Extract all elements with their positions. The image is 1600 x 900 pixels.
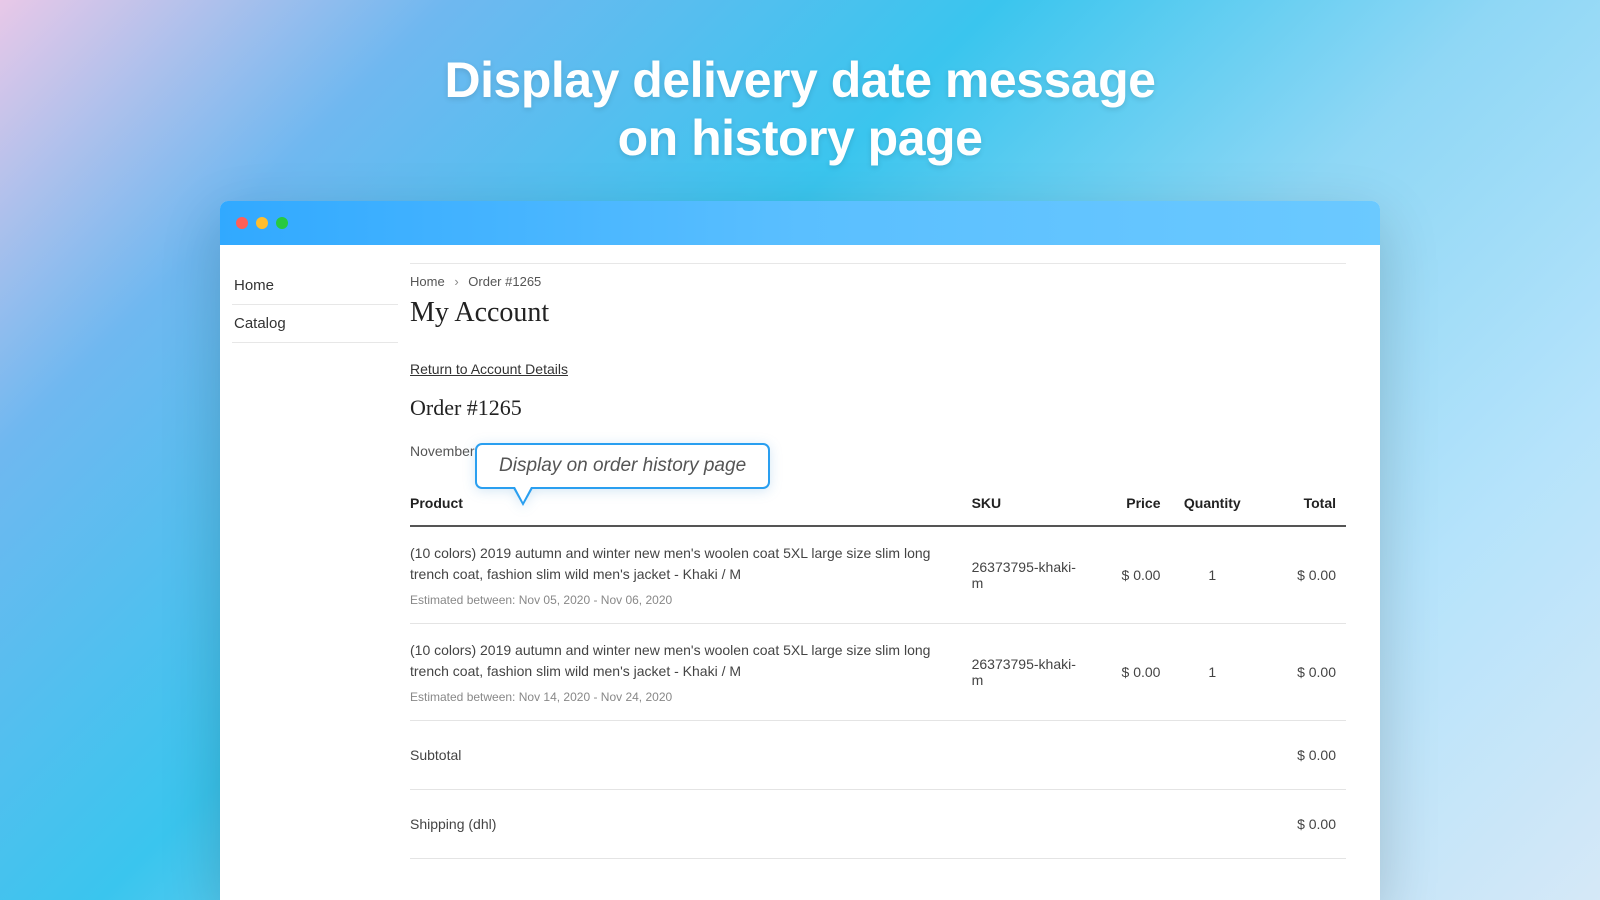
product-name[interactable]: (10 colors) 2019 autumn and winter new m… [410,543,962,585]
main-panel: Home › Order #1265 My Account Return to … [410,245,1380,900]
sku-value: 26373795-khaki-m [972,526,1089,624]
summary-row: Subtotal $ 0.00 [410,721,1346,790]
summary-label: Shipping (dhl) [410,790,1264,859]
sidebar-item-catalog[interactable]: Catalog [232,305,398,343]
delivery-estimate: Estimated between: Nov 05, 2020 - Nov 06… [410,593,962,607]
return-link[interactable]: Return to Account Details [410,361,568,377]
promo-line-2: on history page [618,110,983,166]
quantity-value: 1 [1170,624,1264,721]
col-price: Price [1089,481,1171,526]
order-title: Order #1265 [410,395,1346,421]
sidebar: Home Catalog [220,245,410,900]
order-table: Product SKU Price Quantity Total (10 col… [410,481,1346,859]
close-icon[interactable] [236,217,248,229]
callout-tail-icon [513,488,533,506]
promo-line-1: Display delivery date message [445,52,1156,108]
table-row: (10 colors) 2019 autumn and winter new m… [410,624,1346,721]
sku-value: 26373795-khaki-m [972,624,1089,721]
callout-annotation: Display on order history page [475,443,770,489]
delivery-estimate: Estimated between: Nov 14, 2020 - Nov 24… [410,690,962,704]
col-total: Total [1264,481,1346,526]
quantity-value: 1 [1170,526,1264,624]
maximize-icon[interactable] [276,217,288,229]
breadcrumb-current: Order #1265 [468,274,541,289]
col-quantity: Quantity [1170,481,1264,526]
table-row: (10 colors) 2019 autumn and winter new m… [410,526,1346,624]
callout-text: Display on order history page [475,443,770,489]
browser-window: Home Catalog Home › Order #1265 My Accou… [220,201,1380,900]
summary-label: Subtotal [410,721,1264,790]
breadcrumb: Home › Order #1265 [410,274,1346,289]
promo-title: Display delivery date message on history… [445,52,1156,167]
summary-value: $ 0.00 [1264,790,1346,859]
page-content: Home Catalog Home › Order #1265 My Accou… [220,245,1380,900]
summary-row: Shipping (dhl) $ 0.00 [410,790,1346,859]
summary-value: $ 0.00 [1264,721,1346,790]
window-titlebar [220,201,1380,245]
price-value: $ 0.00 [1089,624,1171,721]
breadcrumb-home[interactable]: Home [410,274,445,289]
page-title: My Account [410,297,1346,329]
col-sku: SKU [972,481,1089,526]
total-value: $ 0.00 [1264,624,1346,721]
minimize-icon[interactable] [256,217,268,229]
chevron-right-icon: › [454,274,458,289]
total-value: $ 0.00 [1264,526,1346,624]
price-value: $ 0.00 [1089,526,1171,624]
product-name[interactable]: (10 colors) 2019 autumn and winter new m… [410,640,962,682]
sidebar-item-home[interactable]: Home [232,267,398,305]
